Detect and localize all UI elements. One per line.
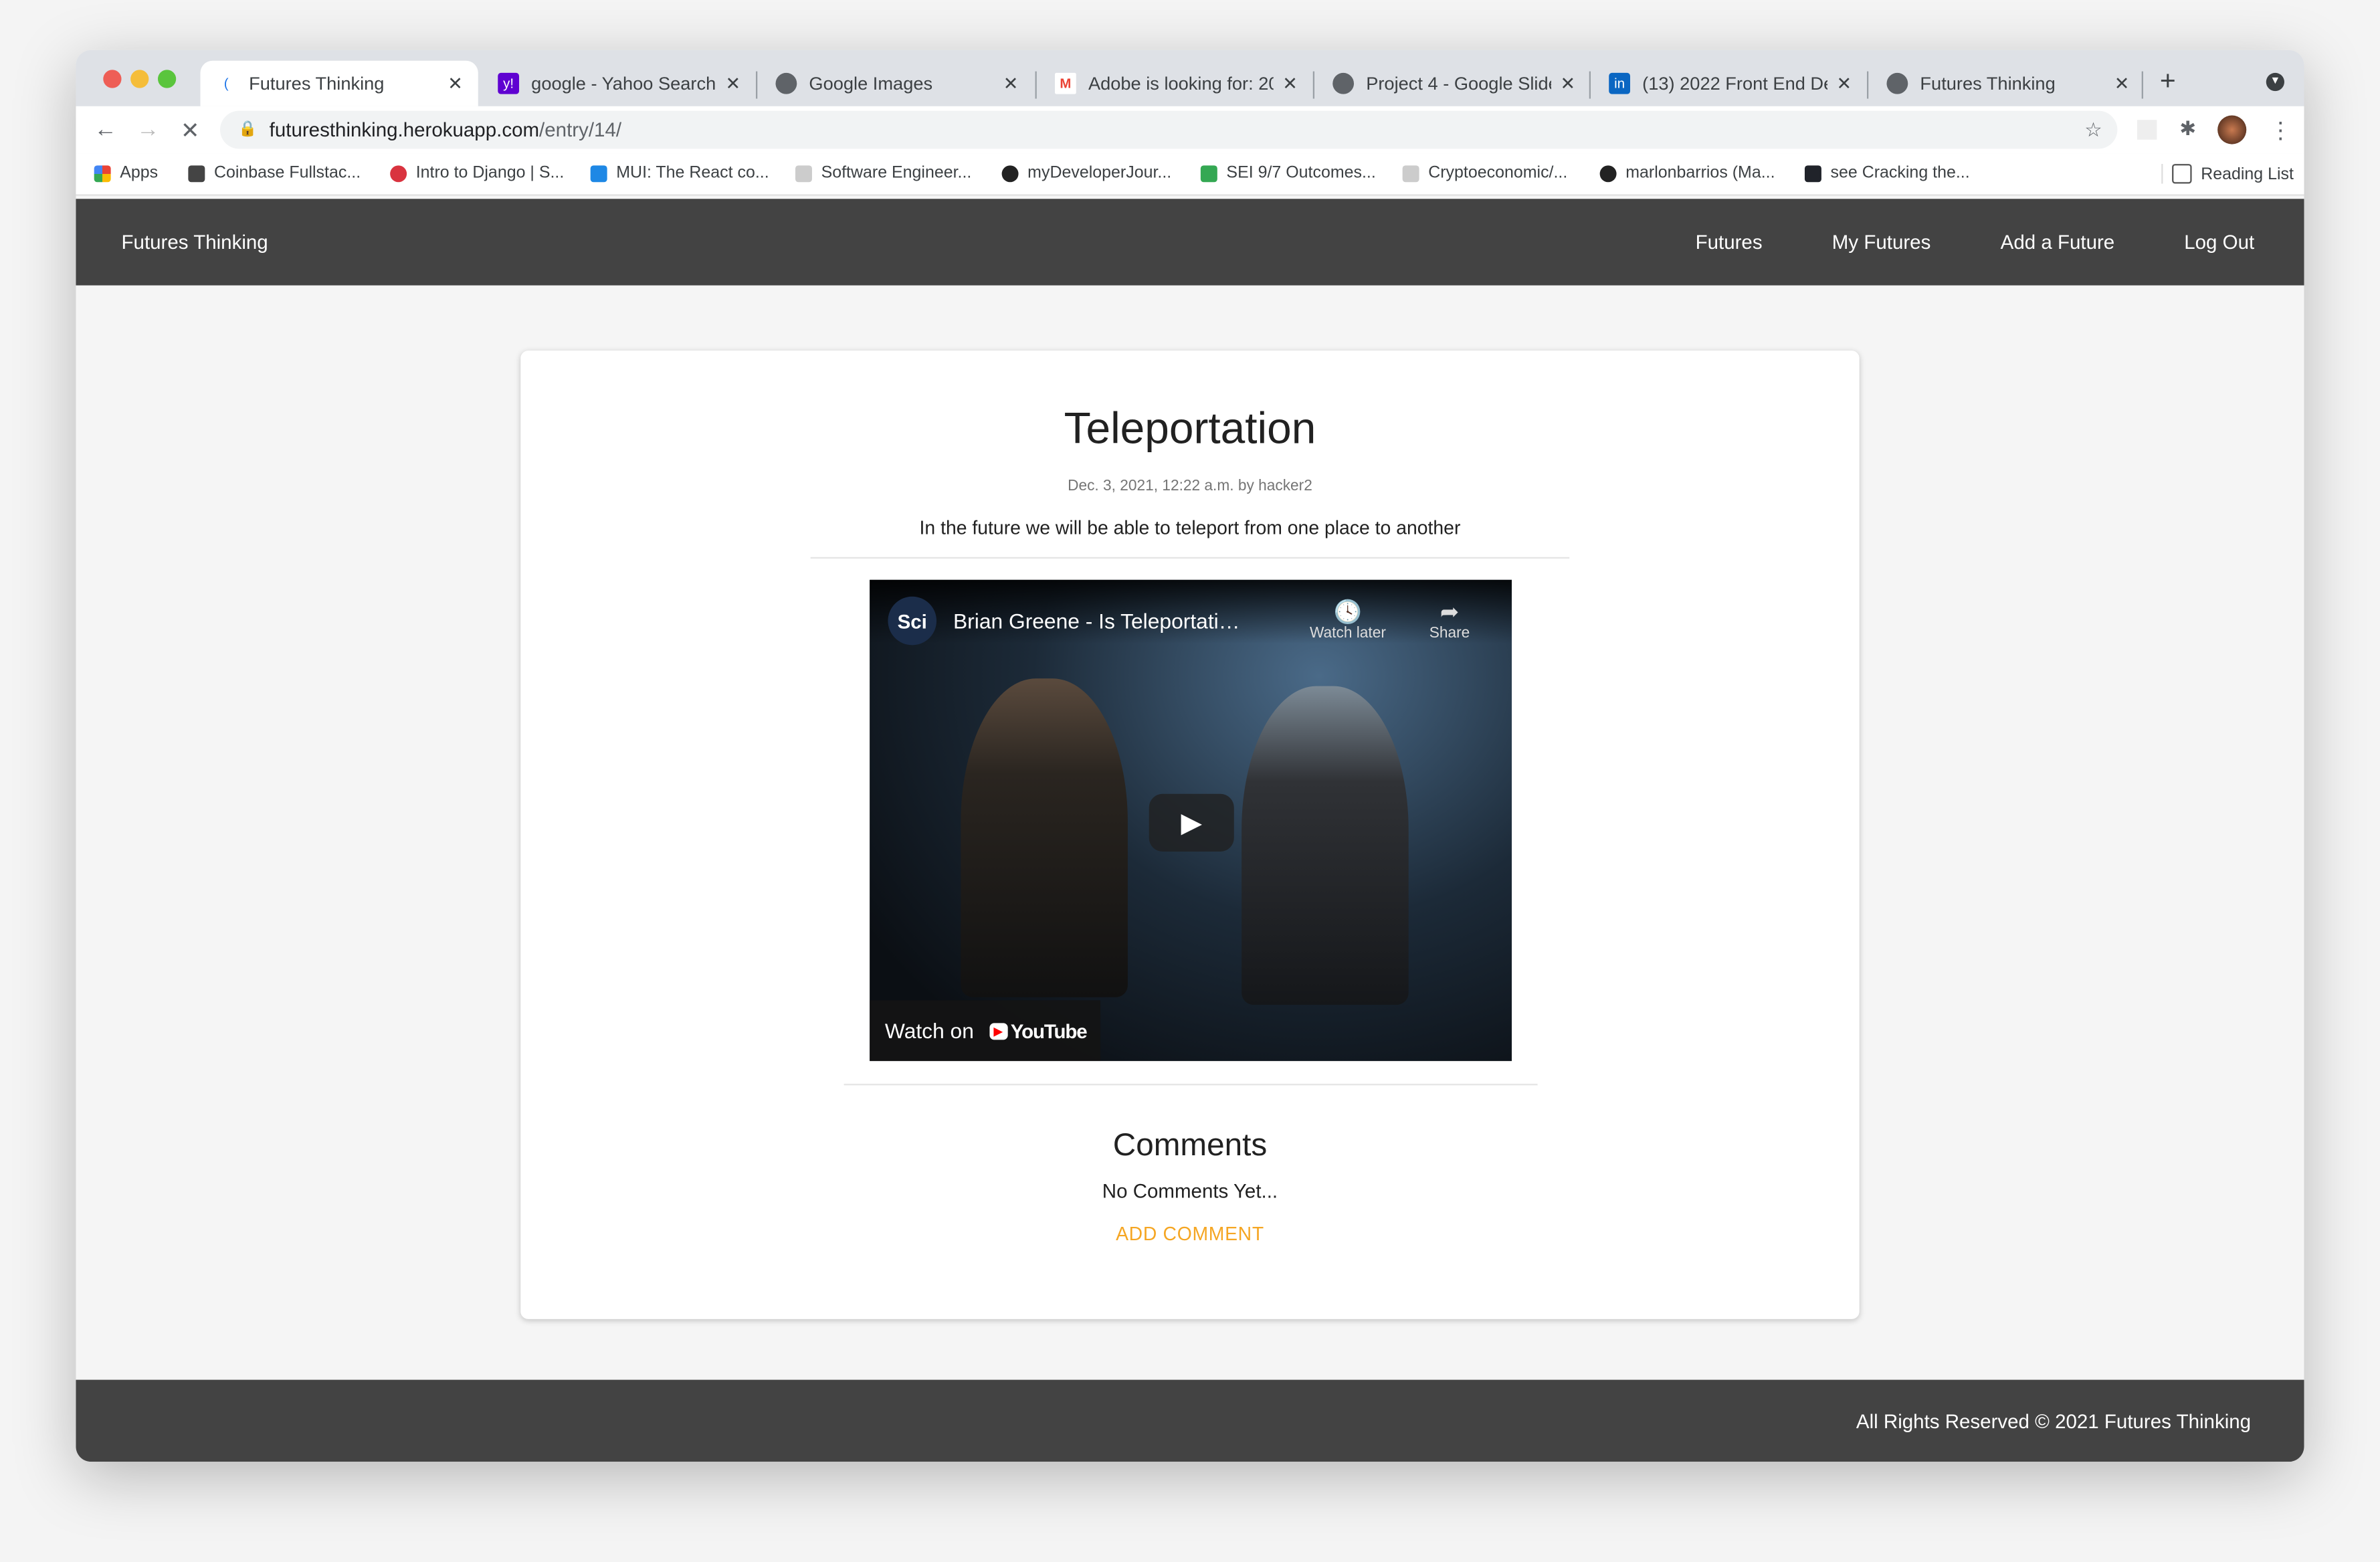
tab-google-slides[interactable]: Project 4 - Google Slides ✕ bbox=[1318, 61, 1591, 106]
entry-title: Teleportation bbox=[1064, 405, 1316, 454]
sheets-icon bbox=[1200, 165, 1217, 182]
bookmark[interactable]: MUI: The React co... bbox=[590, 164, 769, 182]
nav-log-out[interactable]: Log Out bbox=[2184, 231, 2254, 254]
linkedin-icon: in bbox=[1609, 72, 1631, 94]
close-tab-icon[interactable]: ✕ bbox=[1560, 73, 1575, 94]
forward-icon[interactable]: → bbox=[136, 117, 159, 143]
folder-icon bbox=[795, 165, 812, 182]
tab-futures-thinking-2[interactable]: Futures Thinking ✕ bbox=[1872, 61, 2145, 106]
close-window-button[interactable] bbox=[103, 70, 122, 88]
close-tab-icon[interactable]: ✕ bbox=[448, 73, 463, 94]
bookmark-star-icon[interactable]: ☆ bbox=[2084, 118, 2102, 142]
share-icon: ➦ bbox=[1440, 599, 1460, 625]
add-comment-button[interactable]: ADD COMMENT bbox=[1116, 1224, 1264, 1245]
profile-avatar[interactable] bbox=[2217, 115, 2247, 144]
divider bbox=[844, 1084, 1538, 1086]
reading-list-icon bbox=[2172, 164, 2192, 184]
gmail-icon: M bbox=[1055, 72, 1076, 94]
nav-futures[interactable]: Futures bbox=[1696, 231, 1763, 254]
bookmark[interactable]: Cryptoeconomic/... bbox=[1402, 164, 1567, 182]
nav-add-future[interactable]: Add a Future bbox=[2001, 231, 2115, 254]
extensions-puzzle-icon[interactable]: ✱ bbox=[2179, 117, 2196, 141]
address-bar-row: ← → ✕ 🔒 futuresthinking.herokuapp.com/en… bbox=[76, 106, 2304, 154]
coinbase-icon bbox=[188, 165, 205, 182]
maximize-window-button[interactable] bbox=[157, 70, 177, 88]
mui-icon bbox=[590, 165, 607, 182]
close-tab-icon[interactable]: ✕ bbox=[1003, 73, 1019, 94]
minimize-window-button[interactable] bbox=[130, 70, 149, 88]
url-input[interactable]: 🔒 futuresthinking.herokuapp.com/entry/14… bbox=[220, 110, 2118, 149]
entry-card: Teleportation Dec. 3, 2021, 12:22 a.m. b… bbox=[520, 351, 1860, 1319]
brand-link[interactable]: Futures Thinking bbox=[122, 231, 268, 254]
no-comments-text: No Comments Yet... bbox=[1102, 1179, 1278, 1203]
django-icon bbox=[390, 165, 407, 182]
watch-on-youtube-button[interactable]: Watch on ▶ YouTube bbox=[870, 1000, 1101, 1062]
clock-icon: 🕓 bbox=[1333, 599, 1363, 625]
site-navbar: Futures Thinking Futures My Futures Add … bbox=[76, 199, 2304, 286]
tab-futures-thinking[interactable]: (Futures Thinking ✕ bbox=[200, 60, 478, 106]
entry-description: In the future we will be able to telepor… bbox=[919, 517, 1461, 539]
globe-icon bbox=[1332, 72, 1355, 94]
globe-icon bbox=[775, 72, 797, 94]
comments-heading: Comments bbox=[1112, 1127, 1268, 1163]
folder-icon bbox=[1402, 165, 1419, 182]
apps-grid-icon bbox=[94, 165, 111, 182]
close-tab-icon[interactable]: ✕ bbox=[1836, 73, 1852, 94]
video-title[interactable]: Brian Greene - Is Teleportati… bbox=[953, 609, 1240, 633]
stop-loading-icon[interactable]: ✕ bbox=[181, 117, 200, 144]
extension-icon[interactable] bbox=[2137, 120, 2157, 140]
bookmark[interactable]: see Cracking the... bbox=[1804, 164, 1970, 182]
watch-later-button[interactable]: 🕓 Watch later bbox=[1295, 598, 1401, 642]
yahoo-icon: y! bbox=[498, 72, 520, 94]
youtube-play-icon: ▶ bbox=[989, 1022, 1008, 1040]
bookmark[interactable]: SEI 9/7 Outcomes... bbox=[1200, 164, 1376, 182]
footer-copyright: All Rights Reserved © 2021 Futures Think… bbox=[1856, 1409, 2252, 1434]
play-button[interactable]: ▶ bbox=[1149, 793, 1234, 852]
bookmarks-bar: Apps Coinbase Fullstac... Intro to Djang… bbox=[76, 153, 2304, 196]
bookmark[interactable]: myDeveloperJour... bbox=[1001, 164, 1171, 182]
bookmark[interactable]: Coinbase Fullstac... bbox=[188, 164, 361, 182]
tab-gmail[interactable]: M Adobe is looking for: 202 ✕ bbox=[1039, 61, 1312, 106]
divider bbox=[810, 557, 1570, 559]
bookmark[interactable]: Software Engineer... bbox=[795, 164, 971, 182]
menu-icon[interactable]: ⋮ bbox=[2269, 117, 2292, 144]
react-icon bbox=[1804, 165, 1821, 182]
new-tab-button[interactable]: + bbox=[2160, 66, 2176, 98]
bookmark[interactable]: marlonbarrios (Ma... bbox=[1599, 164, 1775, 182]
entry-meta: Dec. 3, 2021, 12:22 a.m. by hacker2 bbox=[1068, 478, 1312, 495]
footer: All Rights Reserved © 2021 Futures Think… bbox=[76, 1379, 2304, 1462]
youtube-embed[interactable]: Sci Brian Greene - Is Teleportati… 🕓 Watc… bbox=[870, 579, 1512, 1062]
bookmark-apps[interactable]: Apps bbox=[94, 164, 158, 182]
browser-window: (Futures Thinking ✕ y! google - Yahoo Sear… bbox=[76, 50, 2304, 1462]
github-icon bbox=[1001, 165, 1019, 182]
tab-bar: (Futures Thinking ✕ y! google - Yahoo Sear… bbox=[76, 50, 2304, 106]
close-tab-icon[interactable]: ✕ bbox=[725, 73, 740, 94]
close-tab-icon[interactable]: ✕ bbox=[1282, 73, 1298, 94]
loading-icon: ( bbox=[223, 76, 229, 92]
lock-icon: 🔒 bbox=[238, 121, 258, 138]
bookmark[interactable]: Intro to Django | S... bbox=[390, 164, 564, 182]
nav-my-futures[interactable]: My Futures bbox=[1832, 231, 1931, 254]
back-icon[interactable]: ← bbox=[94, 117, 117, 143]
tab-yahoo[interactable]: y!google - Yahoo Search Re✕ bbox=[483, 61, 756, 106]
reading-list-button[interactable]: Reading List bbox=[2161, 164, 2294, 184]
github-icon bbox=[1599, 165, 1617, 182]
tab-linkedin[interactable]: in(13) 2022 Front End Deve✕ bbox=[1594, 61, 1867, 106]
tab-search-icon[interactable]: ▼ bbox=[2266, 72, 2284, 92]
share-button[interactable]: ➦ Share bbox=[1416, 598, 1483, 642]
tab-google-images[interactable]: Google Images ✕ bbox=[761, 61, 1033, 106]
globe-icon bbox=[1886, 72, 1908, 94]
play-icon: ▶ bbox=[1181, 807, 1202, 838]
close-tab-icon[interactable]: ✕ bbox=[2114, 73, 2130, 94]
channel-avatar[interactable]: Sci bbox=[888, 596, 937, 646]
